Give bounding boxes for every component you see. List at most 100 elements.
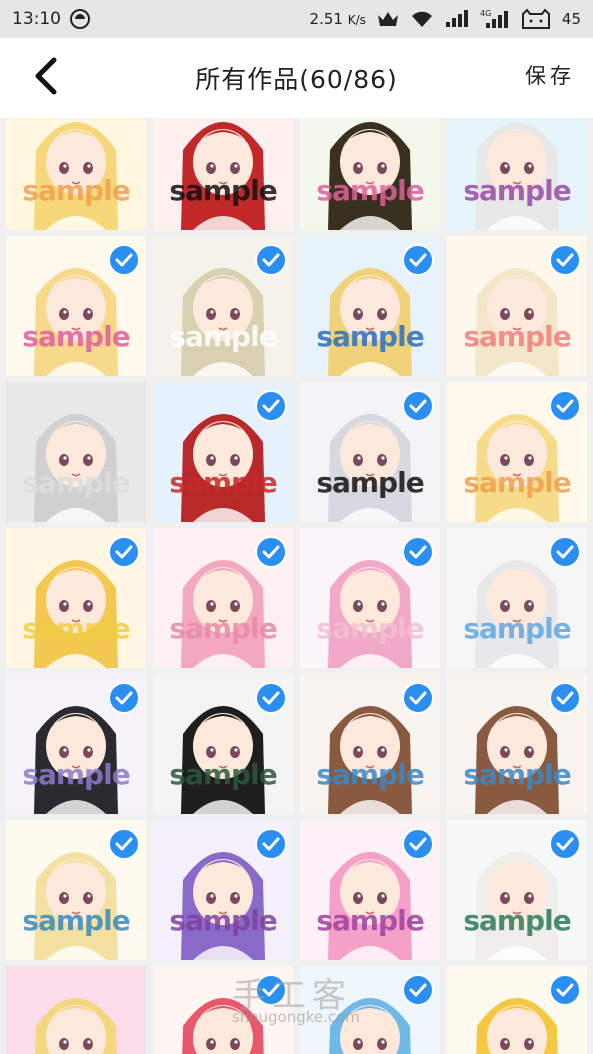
sample-watermark: sample	[463, 758, 571, 791]
artwork-tile[interactable]: sample	[300, 820, 440, 960]
sample-watermark: sample	[169, 904, 277, 937]
sample-watermark: sample	[169, 612, 277, 645]
selected-check-icon[interactable]	[108, 536, 140, 568]
sample-watermark: sample	[463, 466, 571, 499]
artwork-tile[interactable]: sample	[153, 382, 293, 522]
artwork-tile[interactable]: sample	[447, 382, 587, 522]
sample-watermark: sample	[22, 904, 130, 937]
artwork-tile[interactable]: sample	[153, 820, 293, 960]
selected-check-icon[interactable]	[108, 244, 140, 276]
save-button[interactable]: 保存	[525, 60, 575, 90]
sample-watermark: sample	[22, 466, 130, 499]
artwork-tile[interactable]: sample	[153, 674, 293, 814]
sample-watermark: sample	[6, 1050, 146, 1054]
artwork-tile[interactable]: sample	[6, 118, 146, 230]
sample-watermark: sample	[463, 612, 571, 645]
artwork-tile[interactable]: sample	[447, 820, 587, 960]
speed-unit: K/s	[347, 13, 366, 27]
selected-check-icon[interactable]	[255, 828, 287, 860]
selected-check-icon[interactable]	[402, 974, 434, 1006]
svg-text:4G: 4G	[480, 9, 491, 18]
selected-check-icon[interactable]	[402, 244, 434, 276]
sample-watermark: sample	[316, 320, 424, 353]
selected-check-icon[interactable]	[549, 536, 581, 568]
selected-check-icon[interactable]	[402, 682, 434, 714]
sample-watermark: sample	[463, 174, 571, 207]
artwork-thumbnail	[34, 414, 118, 522]
artwork-tile[interactable]: sample	[153, 118, 293, 230]
artwork-tile[interactable]: sample	[300, 118, 440, 230]
sample-watermark: sample	[316, 904, 424, 937]
artwork-grid: sample sample sample sample sample sample samp…	[6, 118, 587, 1054]
sample-watermark: sample	[300, 1050, 440, 1054]
sample-watermark: sample	[316, 758, 424, 791]
selected-check-icon[interactable]	[402, 828, 434, 860]
back-button[interactable]	[24, 56, 68, 100]
sample-watermark: sample	[316, 612, 424, 645]
battery-level: 45	[561, 10, 581, 28]
signal-4g-icon: 4G	[480, 8, 510, 30]
sample-watermark: sample	[316, 174, 424, 207]
status-bar: 13:10 2.51 K/s 4G 45	[0, 0, 593, 38]
artwork-tile[interactable]: sample	[6, 820, 146, 960]
artwork-tile[interactable]: sample	[300, 674, 440, 814]
wifi-icon	[410, 9, 434, 29]
status-right: 2.51 K/s 4G 45	[310, 8, 581, 30]
selected-check-icon[interactable]	[549, 244, 581, 276]
selected-check-icon[interactable]	[255, 682, 287, 714]
artwork-tile[interactable]: sample	[447, 236, 587, 376]
sample-watermark: sample	[22, 758, 130, 791]
sample-watermark: sample	[316, 466, 424, 499]
artwork-tile[interactable]: sample	[300, 382, 440, 522]
sample-watermark: sample	[463, 320, 571, 353]
artwork-tile[interactable]: sample	[6, 528, 146, 668]
artwork-tile[interactable]: sample	[447, 966, 587, 1054]
selected-check-icon[interactable]	[402, 390, 434, 422]
back-arrow-icon	[33, 57, 59, 99]
selected-check-icon[interactable]	[108, 828, 140, 860]
selected-check-icon[interactable]	[549, 828, 581, 860]
artwork-tile[interactable]: sample	[447, 118, 587, 230]
page-title: 所有作品(60/86)	[195, 65, 398, 94]
selected-check-icon[interactable]	[402, 536, 434, 568]
selected-check-icon[interactable]	[549, 390, 581, 422]
sample-watermark: sample	[22, 320, 130, 353]
selected-check-icon[interactable]	[549, 682, 581, 714]
artwork-tile[interactable]: sample	[153, 528, 293, 668]
artwork-tile[interactable]: sample	[6, 966, 146, 1054]
sample-watermark: sample	[169, 174, 277, 207]
artwork-tile[interactable]: sample	[6, 382, 146, 522]
status-left: 13:10	[12, 8, 91, 30]
sample-watermark: sample	[22, 612, 130, 645]
selected-check-icon[interactable]	[255, 390, 287, 422]
sample-watermark: sample	[169, 758, 277, 791]
sample-watermark: sample	[447, 1050, 587, 1054]
sample-watermark: sample	[169, 466, 277, 499]
artwork-tile[interactable]: sample	[447, 528, 587, 668]
sample-watermark: sample	[169, 320, 277, 353]
selected-check-icon[interactable]	[255, 974, 287, 1006]
status-time: 13:10	[12, 9, 61, 29]
artwork-tile[interactable]: sample	[153, 966, 293, 1054]
artwork-tile[interactable]: sample	[6, 236, 146, 376]
artwork-tile[interactable]: sample	[447, 674, 587, 814]
artwork-tile[interactable]: sample	[300, 236, 440, 376]
artwork-grid-scroll[interactable]: sample sample sample sample sample sample samp…	[0, 118, 593, 1054]
selected-check-icon[interactable]	[255, 536, 287, 568]
artwork-tile[interactable]: sample	[153, 236, 293, 376]
artwork-tile[interactable]: sample	[300, 528, 440, 668]
signal-icon	[444, 9, 470, 29]
sample-watermark: sample	[22, 174, 130, 207]
sample-watermark: sample	[463, 904, 571, 937]
selected-check-icon[interactable]	[108, 682, 140, 714]
artwork-tile[interactable]: sample	[6, 674, 146, 814]
header-bar: 所有作品(60/86) 保存	[0, 38, 593, 118]
speed-value: 2.51	[309, 10, 343, 28]
sample-watermark: sample	[153, 1050, 293, 1054]
selected-check-icon[interactable]	[255, 244, 287, 276]
network-speed: 2.51 K/s	[310, 10, 366, 28]
crown-icon	[376, 9, 400, 29]
artwork-tile[interactable]: sample	[300, 966, 440, 1054]
selected-check-icon[interactable]	[549, 974, 581, 1006]
cat-battery-icon	[520, 8, 552, 30]
